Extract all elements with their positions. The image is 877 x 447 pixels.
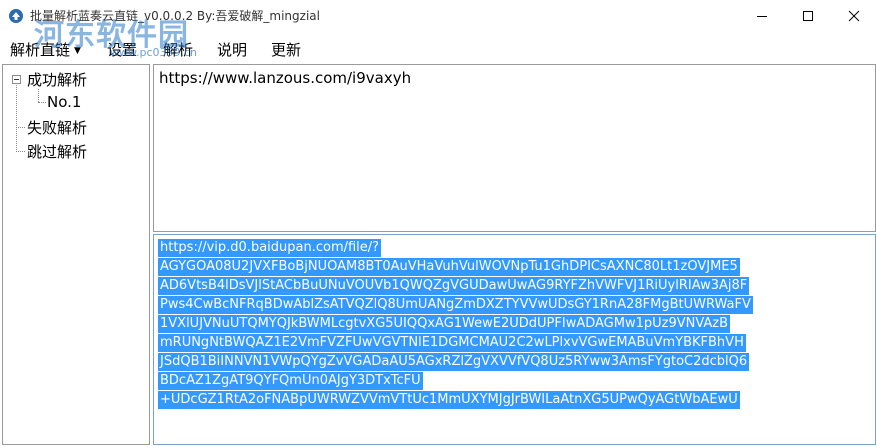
tree-connector: [38, 89, 39, 102]
input-url-text: https://www.lanzous.com/i9vaxyh: [159, 69, 412, 87]
url-input-area[interactable]: https://www.lanzous.com/i9vaxyh: [153, 64, 876, 232]
menu-help[interactable]: 说明: [217, 39, 247, 60]
app-icon: [8, 8, 24, 24]
maximize-icon: [803, 11, 813, 21]
watermark-url: www.pc0359.cn: [110, 46, 198, 59]
output-line: https://vip.d0.baidupan.com/file/?: [158, 239, 382, 257]
tree-connector: [38, 102, 46, 103]
tree-connector: [16, 82, 17, 152]
output-line: +UDcGZ1RtA2oFNABpUWRWZVVmVTtUc1MmUXYMJgJ…: [158, 391, 740, 409]
tree-node-no1[interactable]: No.1: [47, 93, 81, 111]
tree-connector: [16, 151, 25, 152]
output-line: Pws4CwBcNFRqBDwAblZsATVQZlQ8UmUANgZmDXZT…: [158, 296, 753, 314]
close-icon: [848, 10, 860, 22]
direct-link-output[interactable]: https://vip.d0.baidupan.com/file/? AGYGO…: [153, 234, 876, 445]
output-line: JSdQB1BiINNVN1VWpQYgZvVGADaAU5AGxRZlZgVX…: [158, 353, 750, 371]
tree-collapse-icon[interactable]: [12, 75, 21, 84]
output-line: mRUNgNtBWQAZ1E2VmFVZFUwVGVTNlE1DGMCMAU2C…: [158, 334, 746, 352]
minimize-icon: [757, 16, 767, 17]
tree-node-success[interactable]: 成功解析: [27, 69, 87, 90]
close-button[interactable]: [831, 0, 877, 32]
tree-node-fail[interactable]: 失败解析: [27, 117, 87, 138]
result-tree: 成功解析 No.1 失败解析 跳过解析: [2, 64, 150, 445]
tree-node-skip[interactable]: 跳过解析: [27, 141, 87, 162]
output-line: BDcAZ1ZgAT9QYFQmUn0AJgY3DTxTcFU: [158, 372, 423, 390]
maximize-button[interactable]: [785, 0, 831, 32]
tree-connector: [16, 127, 25, 128]
output-line: AD6VtsB4lDsVJlStACbBuUNuVOUVb1QWQZgVGUDa…: [158, 277, 750, 295]
output-line: AGYGOA08U2JVXFBoBjNUOAM8BT0AuVHaVuhVulWO…: [158, 258, 740, 276]
menu-update[interactable]: 更新: [271, 39, 301, 60]
output-line: 1VXlUJVNuUTQMYQJkBWMLcgtvXG5UIQQxAG1WewE…: [158, 315, 731, 333]
minimize-button[interactable]: [739, 0, 785, 32]
